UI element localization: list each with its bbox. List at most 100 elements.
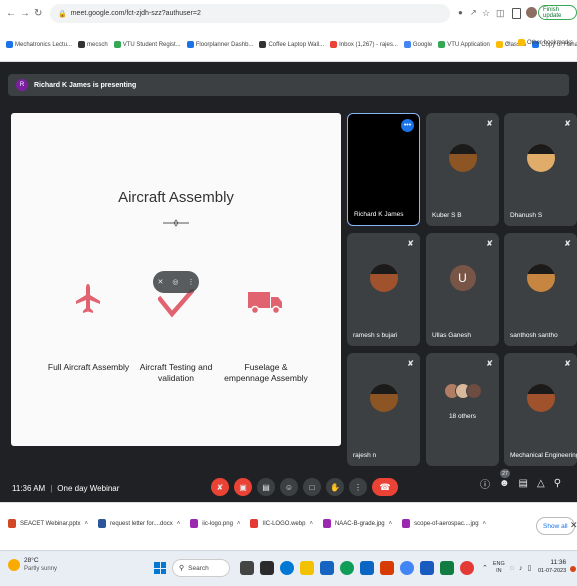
chevron-up-icon[interactable]: ˄ xyxy=(389,521,393,527)
bookmark-label: Mechatronics Lectu... xyxy=(15,41,73,48)
bookmark-item[interactable]: mecsch xyxy=(78,41,108,48)
show-all-button[interactable]: Show all xyxy=(536,517,575,535)
participant-tile[interactable]: ✘ rajesh n xyxy=(347,353,420,466)
chevron-up-icon[interactable]: ˄ xyxy=(483,521,487,527)
star-icon[interactable]: ☆ xyxy=(482,8,490,19)
presenting-banner: R Richard K James is presenting xyxy=(8,74,569,96)
finish-update-button[interactable]: Finish update xyxy=(538,5,577,20)
file-explorer-icon[interactable] xyxy=(300,561,314,575)
profile-avatar[interactable] xyxy=(526,7,537,18)
host-controls-button[interactable]: ⚲ xyxy=(554,478,561,489)
more-options-icon[interactable]: ⋮ xyxy=(187,278,194,286)
bookmark-item[interactable]: VTU Student Regist... xyxy=(113,41,181,48)
participant-tile[interactable]: ✘ 18 others xyxy=(426,353,499,466)
other-bookmarks[interactable]: Other bookmarks xyxy=(518,39,573,46)
participant-tile[interactable]: ✘ U Ullas Ganesh xyxy=(426,233,499,346)
activities-button[interactable]: △ xyxy=(537,478,545,489)
slide-item-label: Full Aircraft Assembly xyxy=(47,362,130,372)
reactions-button[interactable]: ☺ xyxy=(280,478,298,496)
chevron-up-icon[interactable]: ˄ xyxy=(309,521,313,527)
download-label: SEACET Webinar.pptx xyxy=(20,520,81,527)
notification-icon[interactable] xyxy=(570,566,576,572)
chevron-up-icon[interactable]: ˄ xyxy=(84,521,88,527)
download-item[interactable]: iic-logo.png ˄ xyxy=(190,519,240,528)
pin-icon[interactable]: ◎ xyxy=(172,278,178,286)
participant-tile[interactable]: ✘ Dhanush S xyxy=(504,113,577,226)
clock[interactable]: 11:36 01-07-2023 xyxy=(538,559,566,575)
participant-name: rajesh n xyxy=(353,452,377,459)
close-downloads-icon[interactable]: ✕ xyxy=(570,520,577,531)
download-item[interactable]: NAAC-B-grade.jpg ˄ xyxy=(322,519,393,528)
present-button[interactable]: □ xyxy=(303,478,321,496)
bookmark-item[interactable]: VTU Application xyxy=(438,41,490,48)
mic-toggle-button[interactable]: ✘ xyxy=(211,478,229,496)
people-count-badge: 27 xyxy=(500,469,511,478)
info-button[interactable]: ⓘ xyxy=(480,476,490,491)
battery-icon[interactable]: ▯ xyxy=(527,564,531,572)
taskbar-search[interactable]: ⚲ Search xyxy=(172,559,230,577)
teams-icon[interactable] xyxy=(280,561,294,575)
bookmarks-bar: Mechatronics Lectu... mecsch VTU Student R… xyxy=(0,28,577,62)
truck-icon xyxy=(248,292,282,315)
more-options-button[interactable]: ⋮ xyxy=(349,478,367,496)
chrome-profile-icon[interactable] xyxy=(400,561,414,575)
bookmark-item[interactable]: Google xyxy=(403,41,432,48)
bookmark-item[interactable]: Inbox (1,267) - rajes... xyxy=(330,41,398,48)
chevron-up-icon[interactable]: ˄ xyxy=(237,521,241,527)
url-text[interactable]: meet.google.com/fct-zjdh-szz?authuser=2 xyxy=(71,10,201,17)
download-item[interactable]: request letter for....docx ˄ xyxy=(98,519,180,528)
weather-widget[interactable]: 28°C Partly sunny xyxy=(8,557,57,573)
chrome-icon[interactable] xyxy=(340,561,354,575)
others-avatar xyxy=(466,383,482,399)
participant-tile[interactable]: ••• Richard K James xyxy=(347,113,420,226)
download-item[interactable]: SEACET Webinar.pptx ˄ xyxy=(8,519,88,528)
lock-icon: ⚲ xyxy=(553,478,562,489)
wifi-icon[interactable]: ◌ xyxy=(510,565,514,572)
chat-button[interactable]: ▤ xyxy=(519,478,528,489)
forward-icon[interactable]: → xyxy=(20,8,30,19)
task-view-icon[interactable] xyxy=(240,561,254,575)
bookmark-label: VTU Student Regist... xyxy=(122,41,181,48)
mic-off-icon[interactable]: ✕ xyxy=(158,278,164,286)
end-call-button[interactable]: ☎ xyxy=(372,478,398,496)
participant-tile[interactable]: ✘ santhosh santho xyxy=(504,233,577,346)
raise-hand-button[interactable]: ✋ xyxy=(326,478,344,496)
download-item[interactable]: IIC-LOGO.webp ˄ xyxy=(250,519,313,528)
slide-title: Aircraft Assembly xyxy=(118,189,234,206)
address-bar[interactable]: 🔒 meet.google.com/fct-zjdh-szz?authuser=… xyxy=(50,4,450,23)
more-bookmarks-icon[interactable]: » xyxy=(506,40,510,47)
powerpoint-icon[interactable] xyxy=(380,561,394,575)
chevron-up-icon[interactable]: ⌃ xyxy=(482,564,488,572)
chevron-up-icon[interactable]: ˄ xyxy=(177,521,181,527)
word-icon[interactable] xyxy=(420,561,434,575)
participant-tile[interactable]: ✘ Kuber S B xyxy=(426,113,499,226)
bookmark-item[interactable]: Mechatronics Lectu... xyxy=(6,41,72,48)
bookmark-item[interactable]: Coffee Laptop Wall... xyxy=(259,41,324,48)
windows-start-icon[interactable] xyxy=(154,562,166,574)
tile-hover-controls[interactable]: ✕ ◎ ⋮ xyxy=(153,271,199,293)
store-icon[interactable] xyxy=(360,561,374,575)
camera-toggle-button[interactable]: ▣ xyxy=(234,478,252,496)
edge-icon[interactable] xyxy=(320,561,334,575)
bookmark-favicon-icon xyxy=(495,41,503,48)
share-icon[interactable]: ↗ xyxy=(470,8,477,17)
language-indicator[interactable]: ENG IN xyxy=(493,561,505,575)
participant-tile[interactable]: ✘ ramesh s bujari xyxy=(347,233,420,346)
back-icon[interactable]: ← xyxy=(6,8,16,19)
participant-tile[interactable]: ✘ Mechanical Engineering xyxy=(504,353,577,466)
widgets-icon[interactable] xyxy=(260,561,274,575)
bookmark-item[interactable]: Floorplanner Dashb... xyxy=(186,41,253,48)
volume-icon[interactable]: ♪ xyxy=(519,565,523,572)
people-button[interactable]: ☻ 27 xyxy=(499,469,511,489)
mic-muted-icon: ✘ xyxy=(564,119,571,128)
captions-button[interactable]: ▤ xyxy=(257,478,275,496)
meeting-info: 11:36 AM | One day Webinar xyxy=(12,484,119,493)
camera-icon[interactable]: ● xyxy=(458,8,463,17)
app-icon[interactable] xyxy=(460,561,474,575)
excel-icon[interactable] xyxy=(440,561,454,575)
download-item[interactable]: scope-of-aerospac....jpg ˄ xyxy=(402,519,486,528)
file-icon xyxy=(250,519,259,528)
sidepanel-icon[interactable] xyxy=(512,8,521,19)
extensions-icon[interactable]: ◫ xyxy=(496,8,505,19)
reload-icon[interactable]: ↻ xyxy=(34,8,42,19)
